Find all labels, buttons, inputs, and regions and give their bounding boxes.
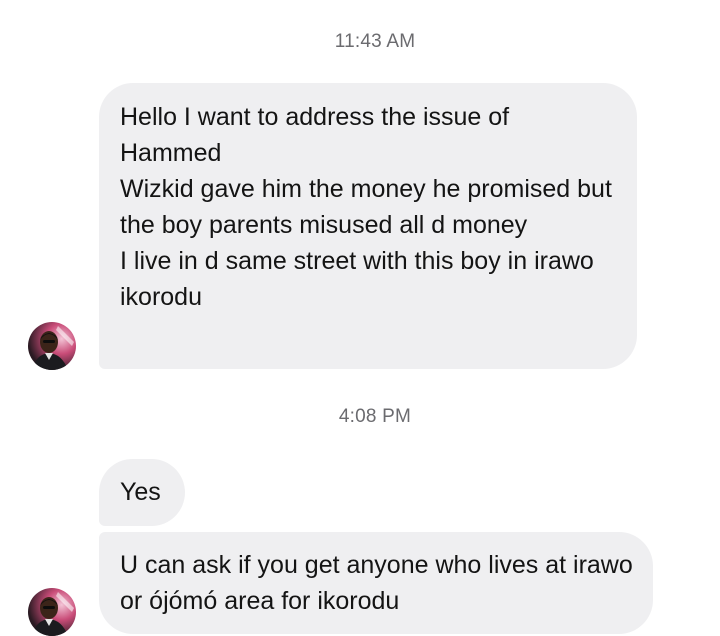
avatar-icon (28, 588, 76, 636)
message-bubble[interactable]: U can ask if you get anyone who lives at… (99, 532, 653, 634)
avatar-icon (28, 322, 76, 370)
message-bubble[interactable]: Yes (99, 459, 185, 526)
message-text: Yes (120, 478, 161, 506)
message-text: U can ask if you get anyone who lives at… (120, 551, 633, 615)
timestamp: 4:08 PM (338, 406, 412, 427)
timestamp: 11:43 AM (334, 31, 416, 52)
sender-avatar[interactable] (28, 322, 76, 370)
message-text: I live in d same street with this boy in… (120, 247, 594, 311)
message-bubble[interactable]: Hello I want to address the issue of Ham… (99, 83, 637, 369)
message-text: Wizkid gave him the money he promised bu… (120, 175, 612, 239)
sender-avatar[interactable] (28, 588, 76, 636)
message-text: Hello I want to address the issue of Ham… (120, 103, 510, 167)
